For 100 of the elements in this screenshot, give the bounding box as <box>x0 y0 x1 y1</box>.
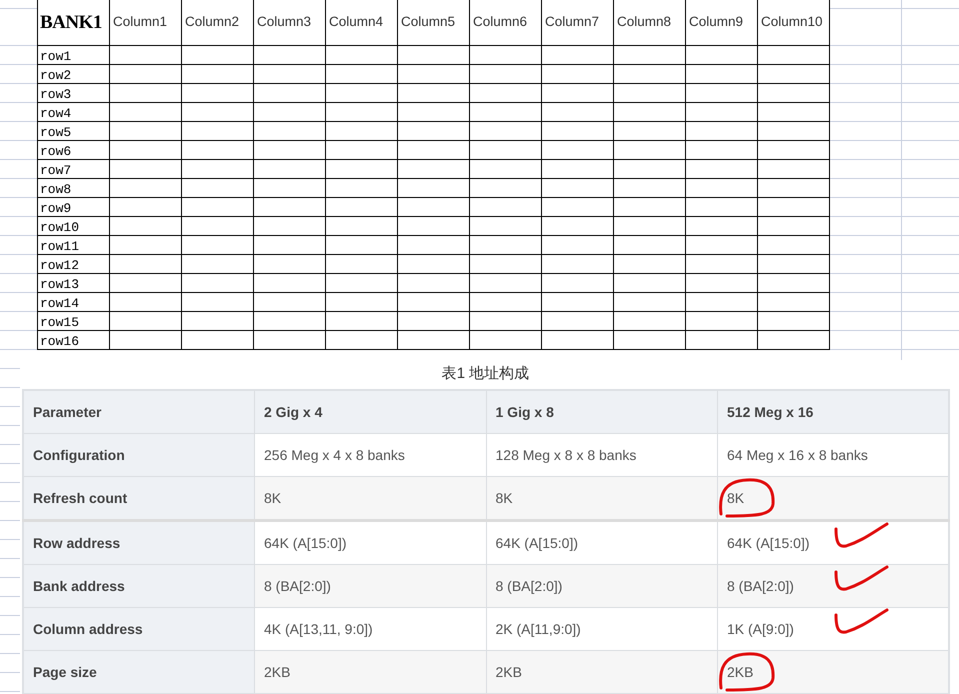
grid-cell <box>398 46 470 65</box>
grid-cell <box>110 122 182 141</box>
grid-cell <box>254 236 326 255</box>
grid-cell <box>326 141 398 160</box>
grid-cell <box>470 293 542 312</box>
grid-cell <box>398 179 470 198</box>
grid-cell <box>542 179 614 198</box>
grid-cell <box>686 293 758 312</box>
grid-cell <box>542 46 614 65</box>
row-header: row5 <box>38 122 110 141</box>
row-label: Refresh count <box>23 476 254 520</box>
grid-cell <box>182 84 254 103</box>
grid-cell <box>614 217 686 236</box>
grid-cell <box>686 160 758 179</box>
grid-cell <box>398 141 470 160</box>
grid-cell <box>398 160 470 179</box>
grid-cell <box>470 65 542 84</box>
row-header: row7 <box>38 160 110 179</box>
grid-cell <box>614 312 686 331</box>
grid-cell <box>110 312 182 331</box>
table-cell: 8 (BA[2:0]) <box>264 578 331 594</box>
grid-cell <box>470 103 542 122</box>
column-header: Parameter <box>23 390 254 434</box>
grid-cell <box>326 160 398 179</box>
grid-cell <box>542 65 614 84</box>
grid-cell <box>398 122 470 141</box>
grid-cell <box>254 122 326 141</box>
column-header: Column4 <box>326 0 398 46</box>
grid-cell <box>254 255 326 274</box>
row-label: Bank address <box>23 564 254 608</box>
grid-cell <box>470 84 542 103</box>
grid-cell <box>614 65 686 84</box>
grid-cell <box>542 293 614 312</box>
grid-cell <box>326 65 398 84</box>
column-header: Column1 <box>110 0 182 46</box>
grid-cell <box>686 122 758 141</box>
grid-cell <box>254 141 326 160</box>
grid-cell <box>182 293 254 312</box>
row-label: Configuration <box>23 434 254 476</box>
grid-cell <box>542 274 614 293</box>
table-cell: 2KB <box>264 664 290 680</box>
row-header: row15 <box>38 312 110 331</box>
row-header: row10 <box>38 217 110 236</box>
grid-cell <box>110 46 182 65</box>
grid-cell <box>542 103 614 122</box>
grid-cell <box>110 84 182 103</box>
grid-cell <box>110 179 182 198</box>
grid-cell <box>686 65 758 84</box>
grid-cell <box>542 198 614 217</box>
column-header: Column8 <box>614 0 686 46</box>
grid-cell <box>326 122 398 141</box>
table-cell: 2K (A[11,9:0]) <box>496 621 581 637</box>
grid-cell <box>398 236 470 255</box>
grid-cell <box>398 293 470 312</box>
row-header: row3 <box>38 84 110 103</box>
row-header: row1 <box>38 46 110 65</box>
table-cell: 8 (BA[2:0]) <box>496 578 562 594</box>
grid-cell <box>398 312 470 331</box>
grid-cell <box>614 236 686 255</box>
grid-cell <box>326 293 398 312</box>
grid-cell <box>398 255 470 274</box>
row-header: row4 <box>38 103 110 122</box>
grid-cell <box>470 217 542 236</box>
grid-cell <box>254 84 326 103</box>
grid-cell <box>470 274 542 293</box>
column-header: Column7 <box>542 0 614 46</box>
grid-cell <box>542 141 614 160</box>
grid-cell <box>686 141 758 160</box>
grid-cell <box>398 217 470 236</box>
table-cell: 64 Meg x 16 x 8 banks <box>727 447 868 463</box>
row-header: row6 <box>38 141 110 160</box>
table-cell: 1K (A[9:0]) <box>727 621 794 637</box>
column-header: 2 Gig x 4 <box>254 390 486 434</box>
grid-cell <box>254 160 326 179</box>
grid-cell <box>110 255 182 274</box>
grid-cell <box>470 255 542 274</box>
grid-cell <box>542 84 614 103</box>
column-header: 1 Gig x 8 <box>486 390 718 434</box>
grid-cell <box>686 255 758 274</box>
grid-cell <box>110 65 182 84</box>
table-cell: 2KB <box>496 664 522 680</box>
grid-cell <box>686 198 758 217</box>
grid-cell <box>182 160 254 179</box>
grid-cell <box>686 236 758 255</box>
grid-cell <box>110 217 182 236</box>
grid-cell <box>254 293 326 312</box>
grid-cell <box>614 255 686 274</box>
grid-cell <box>614 198 686 217</box>
table-cell: 256 Meg x 4 x 8 banks <box>264 447 405 463</box>
column-header: Column3 <box>254 0 326 46</box>
grid-cell <box>686 46 758 65</box>
grid-cell <box>614 274 686 293</box>
grid-cell <box>110 103 182 122</box>
grid-cell <box>182 217 254 236</box>
grid-cell <box>542 217 614 236</box>
grid-cell <box>470 236 542 255</box>
grid-cell <box>398 84 470 103</box>
table-cell: 8K <box>264 490 282 506</box>
grid-cell <box>614 160 686 179</box>
grid-cell <box>398 103 470 122</box>
